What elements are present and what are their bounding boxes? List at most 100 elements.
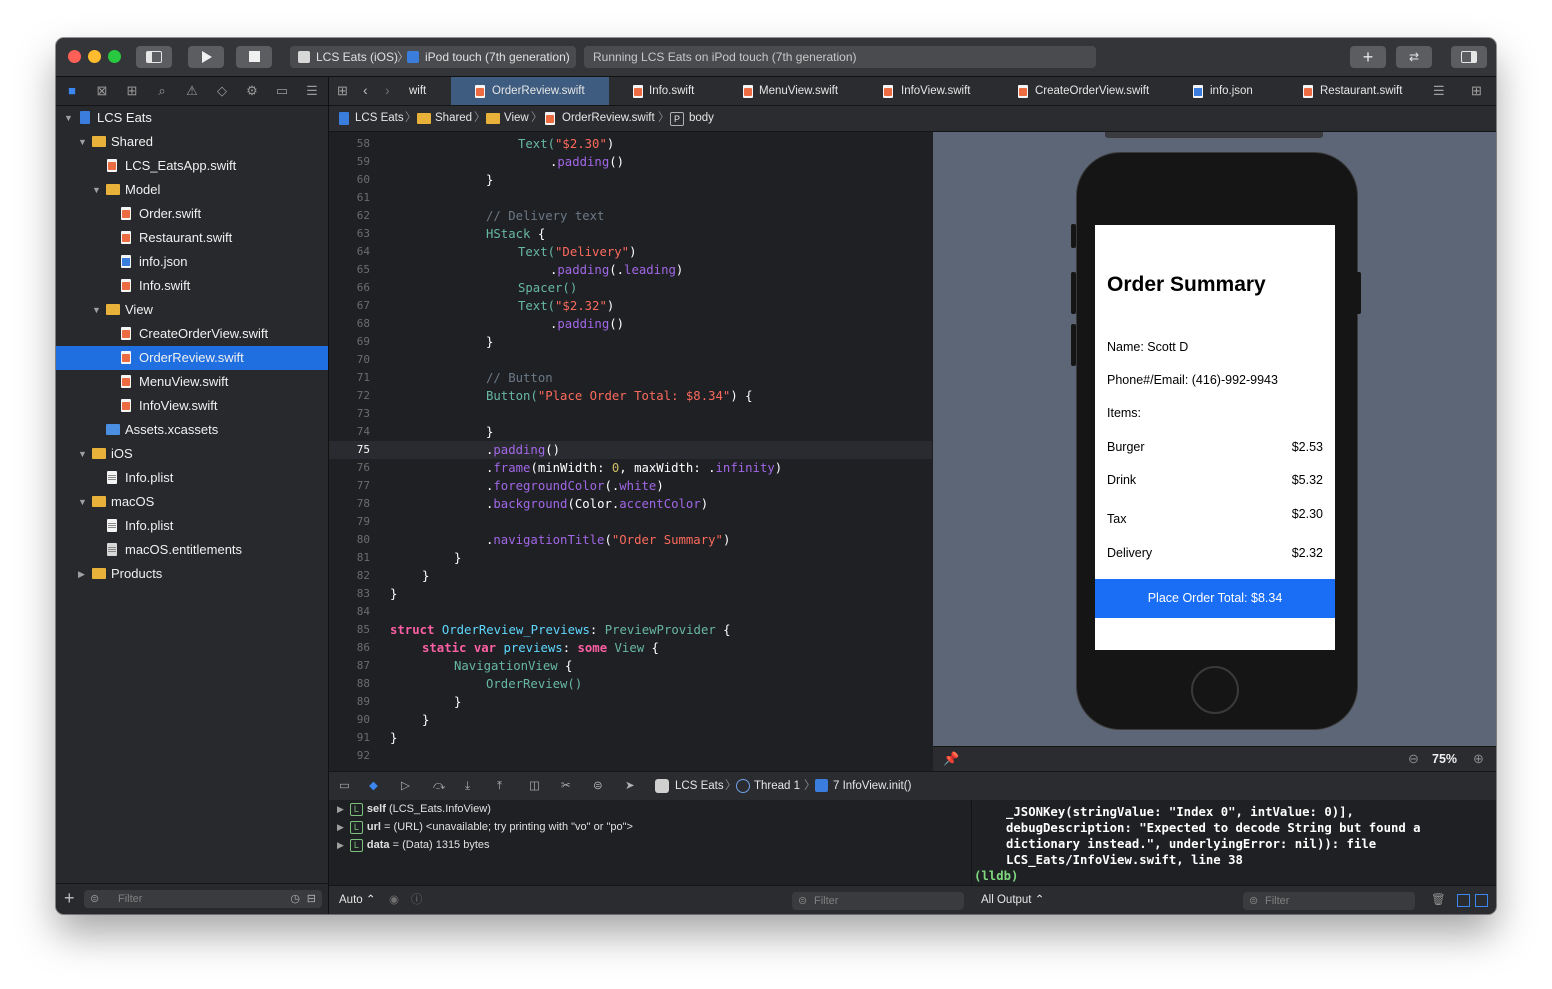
- tree-item-file-selected[interactable]: OrderReview.swift: [56, 346, 328, 370]
- report-icon[interactable]: ☰: [304, 83, 320, 99]
- breadcrumb-group[interactable]: View: [504, 106, 529, 131]
- tab-truncated[interactable]: wift: [409, 77, 451, 105]
- disclosure-open-icon[interactable]: ▼: [78, 442, 87, 466]
- preview-controls[interactable]: [1105, 132, 1323, 138]
- library-button[interactable]: +: [1350, 46, 1386, 68]
- tree-item-group[interactable]: ▼ macOS: [56, 490, 328, 514]
- tree-item-group[interactable]: ▼ iOS: [56, 442, 328, 466]
- disclosure-open-icon[interactable]: ▼: [92, 178, 101, 202]
- device-screen[interactable]: Order Summary Name: Scott D Phone#/Email…: [1095, 225, 1335, 650]
- breadcrumb-symbol[interactable]: body: [689, 106, 714, 131]
- breakpoint-icon[interactable]: ▭: [274, 83, 290, 99]
- search-icon[interactable]: ⌕: [154, 83, 170, 99]
- related-items-icon[interactable]: ⊞: [337, 83, 348, 99]
- zoom-window-button[interactable]: [108, 50, 121, 63]
- folder-icon[interactable]: ■: [64, 83, 80, 99]
- disclosure-closed-icon[interactable]: ▶: [337, 840, 344, 850]
- tree-item-file[interactable]: Info.swift: [56, 274, 328, 298]
- tree-item-file[interactable]: MenuView.swift: [56, 370, 328, 394]
- disclosure-closed-icon[interactable]: ▶: [78, 562, 85, 586]
- variables-scope-select[interactable]: Auto ⌃: [339, 886, 376, 914]
- symbol-icon[interactable]: ⊞: [124, 83, 140, 99]
- debug-icon[interactable]: ⚙: [244, 83, 260, 99]
- warning-icon[interactable]: ⚠: [184, 83, 200, 99]
- toggle-navigator-button[interactable]: [136, 46, 172, 68]
- environment-icon[interactable]: ⊜: [593, 772, 603, 800]
- disclosure-open-icon[interactable]: ▼: [78, 130, 87, 154]
- tree-item-project[interactable]: ▼ LCS Eats: [56, 106, 328, 130]
- tree-item-file[interactable]: Restaurant.swift: [56, 226, 328, 250]
- minimize-window-button[interactable]: [88, 50, 101, 63]
- tree-item-file[interactable]: info.json: [56, 250, 328, 274]
- tab-create-order-view[interactable]: CreateOrderView.swift: [994, 77, 1169, 105]
- debug-breadcrumb-thread[interactable]: Thread 1: [754, 772, 800, 800]
- view-hierarchy-icon[interactable]: ◫: [529, 772, 540, 800]
- stop-button[interactable]: [236, 46, 272, 68]
- location-icon[interactable]: ➤: [625, 772, 635, 800]
- tree-item-file[interactable]: Assets.xcassets: [56, 418, 328, 442]
- console-output-select[interactable]: All Output ⌃: [981, 886, 1044, 914]
- source-editor[interactable]: 58 59 60 61 62 63 64 65 66 67 68 69 70 7…: [329, 132, 932, 770]
- breadcrumb-file[interactable]: OrderReview.swift: [562, 106, 655, 131]
- tree-item-file[interactable]: macOS.entitlements: [56, 538, 328, 562]
- tree-item-group[interactable]: ▼ View: [56, 298, 328, 322]
- tab-info-json[interactable]: info.json: [1169, 77, 1279, 105]
- step-over-icon[interactable]: ⤼: [433, 772, 445, 800]
- tree-item-file[interactable]: Info.plist: [56, 514, 328, 538]
- disclosure-open-icon[interactable]: ▼: [78, 490, 87, 514]
- disclosure-closed-icon[interactable]: ▶: [337, 804, 344, 814]
- toggle-inspector-button[interactable]: [1451, 46, 1487, 68]
- forward-icon[interactable]: ›: [385, 82, 390, 98]
- breadcrumb-group[interactable]: Shared: [435, 106, 472, 131]
- tree-item-file[interactable]: Order.swift: [56, 202, 328, 226]
- tab-info-swift[interactable]: Info.swift: [609, 77, 719, 105]
- test-icon[interactable]: ◇: [214, 83, 230, 99]
- debug-breadcrumb-frame[interactable]: 7 InfoView.init(): [833, 772, 911, 800]
- console-output[interactable]: _JSONKey(stringValue: "Index 0", intValu…: [971, 800, 1496, 885]
- tab-restaurant[interactable]: Restaurant.swift: [1279, 77, 1419, 105]
- continue-icon[interactable]: ▷: [401, 772, 410, 800]
- place-order-button[interactable]: Place Order Total: $8.34: [1095, 579, 1335, 618]
- tree-item-group[interactable]: ▼ Model: [56, 178, 328, 202]
- eye-icon[interactable]: ◉: [389, 886, 399, 914]
- variable-row[interactable]: ▶ Lurl = (URL) <unavailable; try printing…: [337, 818, 633, 836]
- memory-graph-icon[interactable]: ✂: [561, 772, 571, 800]
- tree-item-file[interactable]: Info.plist: [56, 466, 328, 490]
- pin-icon[interactable]: 📌: [943, 751, 959, 767]
- variables-view[interactable]: ▶ Lself (LCS_Eats.InfoView) ▶ Lurl = (URL)…: [329, 800, 970, 885]
- zoom-level[interactable]: 75%: [1432, 752, 1457, 766]
- breakpoints-toggle-icon[interactable]: ◆: [369, 772, 378, 800]
- home-button[interactable]: [1191, 666, 1239, 714]
- disclosure-open-icon[interactable]: ▼: [92, 298, 101, 322]
- variable-row[interactable]: ▶ Lself (LCS_Eats.InfoView): [337, 800, 491, 818]
- tree-item-file[interactable]: LCS_EatsApp.swift: [56, 154, 328, 178]
- tree-item-file[interactable]: CreateOrderView.swift: [56, 322, 328, 346]
- disclosure-open-icon[interactable]: ▼: [64, 106, 73, 130]
- disclosure-closed-icon[interactable]: ▶: [337, 822, 344, 832]
- add-file-button[interactable]: +: [64, 888, 75, 909]
- hide-debug-area-icon[interactable]: ▭: [339, 772, 350, 800]
- zoom-out-icon[interactable]: ⊖: [1408, 751, 1419, 767]
- back-icon[interactable]: ‹: [363, 82, 368, 98]
- run-button[interactable]: [188, 46, 224, 68]
- tree-item-file[interactable]: InfoView.swift: [56, 394, 328, 418]
- tab-menu-view[interactable]: MenuView.swift: [719, 77, 859, 105]
- tab-info-view[interactable]: InfoView.swift: [859, 77, 994, 105]
- source-control-icon[interactable]: ⊠: [94, 83, 110, 99]
- scm-filter-icon[interactable]: ⊟: [307, 890, 316, 908]
- tree-item-group[interactable]: ▼ Shared: [56, 130, 328, 154]
- show-variables-icon[interactable]: [1457, 894, 1470, 907]
- close-window-button[interactable]: [68, 50, 81, 63]
- trash-icon[interactable]: 🗑: [1431, 886, 1446, 914]
- destination-label[interactable]: iPod touch (7th generation): [425, 46, 570, 68]
- breadcrumb-project[interactable]: LCS Eats: [355, 106, 404, 131]
- code-review-button[interactable]: ⇄: [1396, 46, 1432, 68]
- lldb-prompt[interactable]: (lldb): [974, 868, 1018, 884]
- variables-filter-input[interactable]: ⊜ Filter: [792, 892, 964, 910]
- preview-canvas[interactable]: Order Summary Name: Scott D Phone#/Email…: [933, 132, 1496, 746]
- recent-files-icon[interactable]: ◷: [290, 890, 300, 908]
- tree-item-group[interactable]: ▶ Products: [56, 562, 328, 586]
- variable-row[interactable]: ▶ Ldata = (Data) 1315 bytes: [337, 836, 490, 854]
- add-editor-icon[interactable]: ⊞: [1471, 83, 1482, 99]
- show-console-icon[interactable]: [1475, 894, 1488, 907]
